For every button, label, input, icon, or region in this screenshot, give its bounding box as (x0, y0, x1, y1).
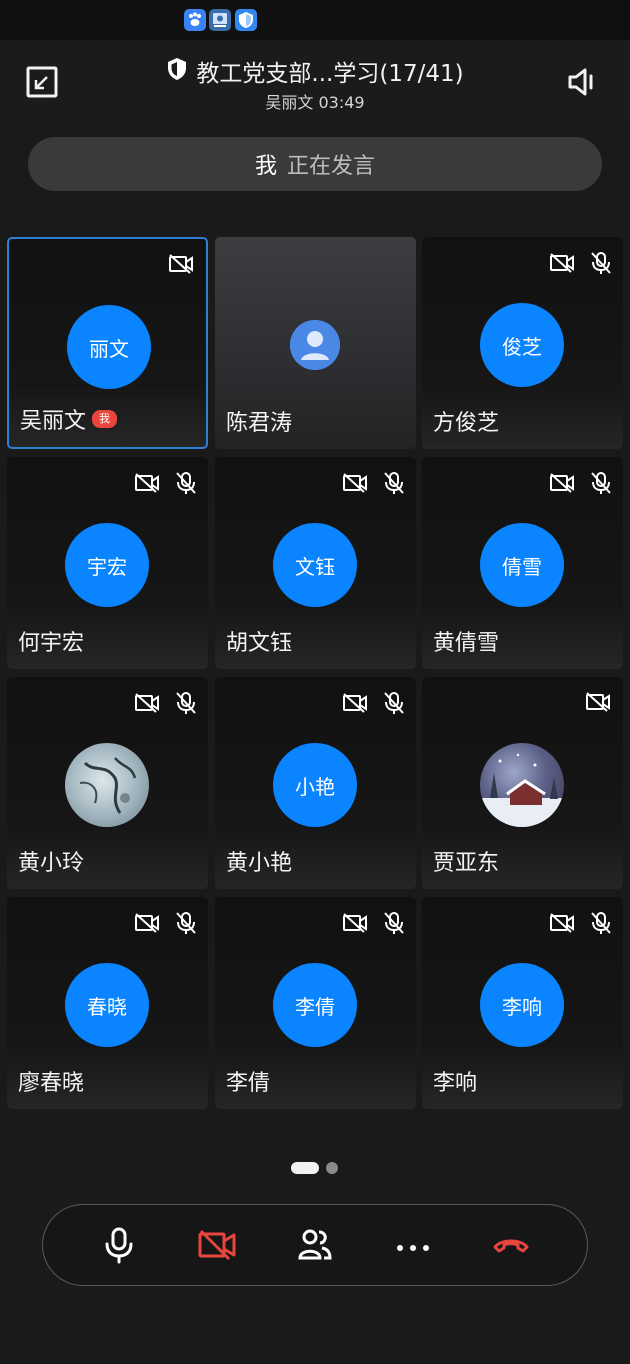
participant-tile[interactable]: 宇宏 何宇宏 (7, 457, 208, 669)
call-controls (42, 1204, 588, 1286)
mic-button[interactable] (97, 1225, 141, 1269)
avatar: 文钰 (273, 523, 357, 607)
avatar: 俊芝 (480, 303, 564, 387)
participant-name: 胡文钰 (226, 631, 293, 656)
participant-name: 吴丽文 (20, 409, 87, 434)
camera-off-icon (134, 692, 160, 718)
meeting-title: 教工党支部...学习(17/41) (196, 61, 464, 87)
avatar: 丽文 (67, 305, 151, 389)
participant-name: 黄小玲 (18, 851, 85, 876)
exit-fullscreen-icon[interactable] (22, 62, 62, 102)
meeting-header: 教工党支部...学习(17/41) 吴丽文 03:49 (0, 40, 630, 122)
meeting-host-time: 吴丽文 03:49 (265, 93, 365, 112)
participant-tile[interactable]: 春晓 廖春晓 (7, 897, 208, 1109)
participant-name: 方俊芝 (433, 411, 500, 436)
avatar: 宇宏 (65, 523, 149, 607)
participant-tile[interactable]: 李响 李响 (422, 897, 623, 1109)
more-button[interactable] (391, 1225, 435, 1269)
camera-off-icon (585, 691, 611, 717)
participant-tile[interactable]: 文钰 胡文钰 (215, 457, 416, 669)
participant-tile[interactable]: 贾亚东 (422, 677, 623, 889)
photo-avatar-snow (480, 743, 564, 827)
shield-check-icon (166, 57, 188, 85)
participant-tile[interactable]: 倩雪 黄倩雪 (422, 457, 623, 669)
page-dot[interactable] (326, 1162, 338, 1174)
camera-off-icon (549, 252, 575, 278)
camera-button[interactable] (195, 1225, 239, 1269)
active-speaker-status: 正在发言 (287, 154, 376, 179)
camera-off-icon (342, 692, 368, 718)
participants-button[interactable] (293, 1225, 337, 1269)
speaker-icon[interactable] (560, 62, 604, 102)
page-indicator (291, 1162, 338, 1174)
participant-tile[interactable]: 李倩 李倩 (215, 897, 416, 1109)
camera-off-icon (197, 1229, 237, 1265)
mic-muted-icon (384, 471, 404, 499)
mic-muted-icon (384, 691, 404, 719)
active-speaker-name: 我 (254, 154, 277, 179)
participant-name: 李响 (433, 1071, 478, 1096)
participant-tile[interactable]: 小艳 黄小艳 (215, 677, 416, 889)
mic-muted-icon (591, 911, 611, 939)
participant-tile[interactable]: 丽文 吴丽文 我 (7, 237, 208, 449)
photo-avatar-ink (65, 743, 149, 827)
more-icon (395, 1238, 431, 1257)
avatar: 李倩 (273, 963, 357, 1047)
avatar: 小艳 (273, 743, 357, 827)
participant-name: 李倩 (226, 1071, 271, 1096)
participant-name: 贾亚东 (433, 851, 500, 876)
participant-tile[interactable]: 俊芝 方俊芝 (422, 237, 623, 449)
camera-off-icon (134, 472, 160, 498)
mic-muted-icon (591, 471, 611, 499)
mic-muted-icon (176, 911, 196, 939)
shield-app-icon (235, 9, 257, 31)
hangup-icon (491, 1235, 531, 1259)
participant-name: 廖春晓 (18, 1071, 85, 1096)
participant-tile[interactable]: 黄小玲 (7, 677, 208, 889)
status-bar (0, 0, 630, 40)
avatar: 李响 (480, 963, 564, 1047)
avatar: 倩雪 (480, 523, 564, 607)
mic-muted-icon (384, 911, 404, 939)
mic-muted-icon (591, 251, 611, 279)
participant-tile[interactable]: 陈君涛 (215, 237, 416, 449)
hangup-button[interactable] (489, 1225, 533, 1269)
page-dot-active[interactable] (291, 1162, 319, 1174)
participant-name: 黄小艳 (226, 851, 293, 876)
camera-off-icon (549, 912, 575, 938)
avatar: 春晓 (65, 963, 149, 1047)
mic-muted-icon (176, 471, 196, 499)
camera-off-icon (549, 472, 575, 498)
meeting-title-block: 教工党支部...学习(17/41) 吴丽文 03:49 (120, 55, 510, 113)
camera-off-icon (168, 253, 194, 279)
active-speaker-bar: 我 正在发言 (28, 137, 602, 191)
microphone-icon (102, 1226, 136, 1268)
default-avatar-icon (290, 320, 340, 370)
camera-off-icon (134, 912, 160, 938)
baidu-paw-icon (184, 9, 206, 31)
participant-name: 陈君涛 (226, 411, 293, 436)
participant-name: 黄倩雪 (433, 631, 500, 656)
participant-name: 何宇宏 (18, 631, 85, 656)
me-badge: 我 (92, 410, 118, 428)
camera-off-icon (342, 912, 368, 938)
mic-muted-icon (176, 691, 196, 719)
camera-off-icon (342, 472, 368, 498)
participants-icon (297, 1227, 333, 1267)
app-badge-icon (209, 9, 231, 31)
